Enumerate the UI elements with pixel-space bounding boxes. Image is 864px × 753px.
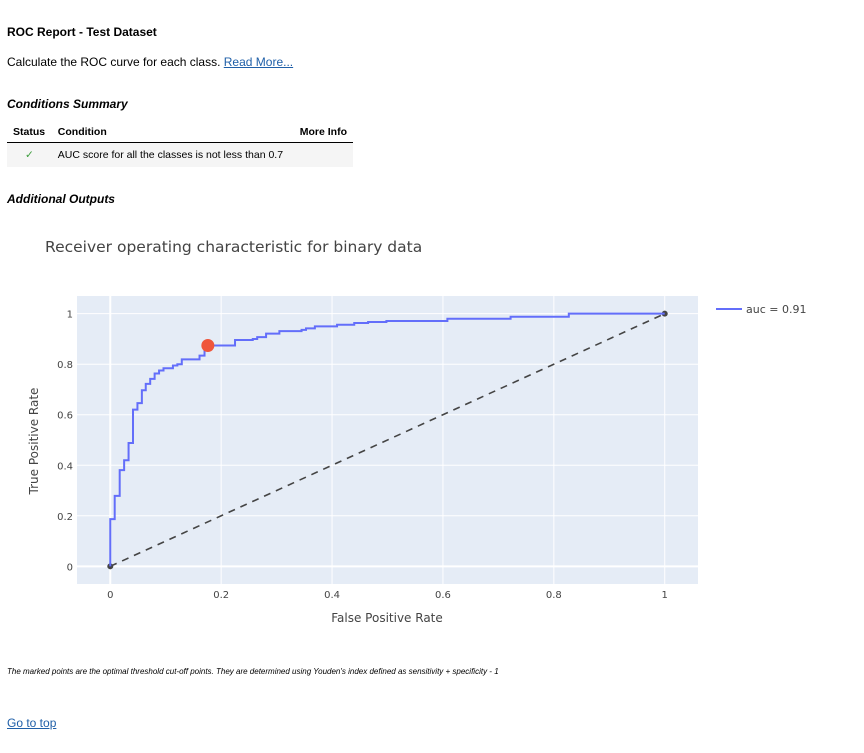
x-tick-label: 0.4 — [324, 590, 340, 601]
go-to-top-link[interactable]: Go to top — [7, 716, 56, 730]
x-tick-label: 1 — [662, 590, 668, 601]
legend-label: auc = 0.91 — [746, 303, 806, 316]
x-tick-label: 0 — [107, 590, 113, 601]
col-condition: Condition — [51, 122, 293, 143]
additional-outputs-heading: Additional Outputs — [7, 192, 115, 206]
condition-text: AUC score for all the classes is not les… — [51, 142, 293, 167]
y-tick-label: 0.4 — [57, 461, 73, 472]
description-text: Calculate the ROC curve for each class. — [7, 55, 221, 69]
read-more-link[interactable]: Read More... — [224, 55, 293, 69]
y-tick-label: 0.6 — [57, 411, 73, 422]
footnote: The marked points are the optimal thresh… — [7, 667, 499, 676]
x-tick-label: 0.2 — [213, 590, 229, 601]
y-tick-label: 0.8 — [57, 360, 73, 371]
optimal-threshold-point — [201, 339, 215, 353]
y-tick-label: 1 — [67, 310, 73, 321]
table-row: ✓ AUC score for all the classes is not l… — [7, 142, 353, 167]
conditions-heading: Conditions Summary — [7, 97, 128, 111]
col-more-info: More Info — [292, 122, 353, 143]
roc-chart: Receiver operating characteristic for bi… — [27, 238, 806, 625]
y-tick-label: 0 — [67, 562, 73, 573]
plot-area: 0 0.2 0.4 0.6 0.8 1 0 0.2 0.4 0.6 0.8 1 — [57, 296, 698, 601]
x-tick-label: 0.8 — [546, 590, 562, 601]
x-axis-title: False Positive Rate — [331, 611, 443, 625]
report-description: Calculate the ROC curve for each class. … — [7, 55, 293, 69]
status-check-icon: ✓ — [7, 142, 52, 167]
conditions-table: Status Condition More Info ✓ AUC score f… — [7, 122, 353, 167]
y-tick-label: 0.2 — [57, 512, 73, 523]
x-tick-label: 0.6 — [435, 590, 451, 601]
legend[interactable]: auc = 0.91 — [716, 303, 806, 316]
more-info — [292, 142, 353, 167]
col-status: Status — [7, 122, 52, 143]
chart-title: Receiver operating characteristic for bi… — [45, 238, 422, 256]
y-axis-title: True Positive Rate — [27, 388, 41, 496]
report-title: ROC Report - Test Dataset — [7, 25, 157, 39]
